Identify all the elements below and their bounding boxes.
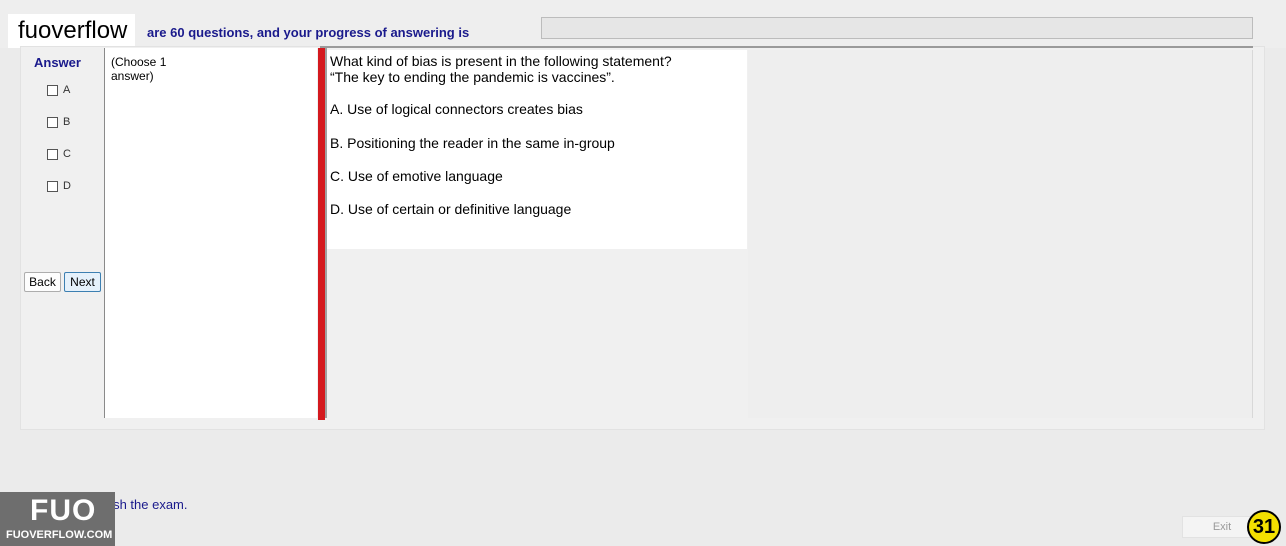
choose-panel: [104, 48, 317, 418]
option-d-checkbox[interactable]: [47, 180, 58, 192]
question-line-1: What kind of bias is present in the foll…: [330, 53, 672, 69]
page-number-badge: 31: [1247, 510, 1281, 544]
option-c-label: C: [63, 148, 71, 160]
option-c[interactable]: C: [47, 148, 71, 160]
splitter-red[interactable]: [318, 48, 325, 420]
answer-title: Answer: [34, 55, 81, 70]
choose-instruction: (Choose 1 answer): [111, 55, 167, 83]
right-empty-area: [748, 50, 1253, 418]
option-b[interactable]: B: [47, 116, 70, 128]
choice-d-text: D. Use of certain or definitive language: [330, 201, 572, 217]
fuo-logo: FUO FUOVERFLOW.COM: [0, 492, 115, 546]
choice-c-text: C. Use of emotive language: [330, 168, 503, 184]
logo-text: FUO: [30, 494, 97, 527]
option-a[interactable]: A: [47, 84, 70, 96]
option-b-label: B: [63, 116, 71, 128]
choice-a-text: A. Use of logical connectors creates bia…: [330, 101, 583, 117]
option-a-checkbox[interactable]: [47, 84, 58, 96]
panel-top-line: [320, 46, 1253, 48]
progress-label: are 60 questions, and your progress of a…: [147, 25, 470, 40]
option-b-checkbox[interactable]: [47, 116, 58, 128]
brand-label: fuoverflow: [8, 14, 135, 48]
question-text: What kind of bias is present in the foll…: [330, 53, 672, 85]
progress-bar: [541, 17, 1253, 39]
choice-b-text: B. Positioning the reader in the same in…: [330, 135, 615, 151]
question-line-2: “The key to ending the pandemic is vacci…: [330, 69, 615, 85]
option-a-label: A: [63, 84, 71, 96]
option-c-checkbox[interactable]: [47, 148, 58, 160]
next-button[interactable]: Next: [64, 272, 101, 292]
logo-subtext: FUOVERFLOW.COM: [6, 529, 113, 541]
back-button[interactable]: Back: [24, 272, 61, 292]
option-d[interactable]: D: [47, 180, 71, 192]
option-d-label: D: [63, 180, 71, 192]
